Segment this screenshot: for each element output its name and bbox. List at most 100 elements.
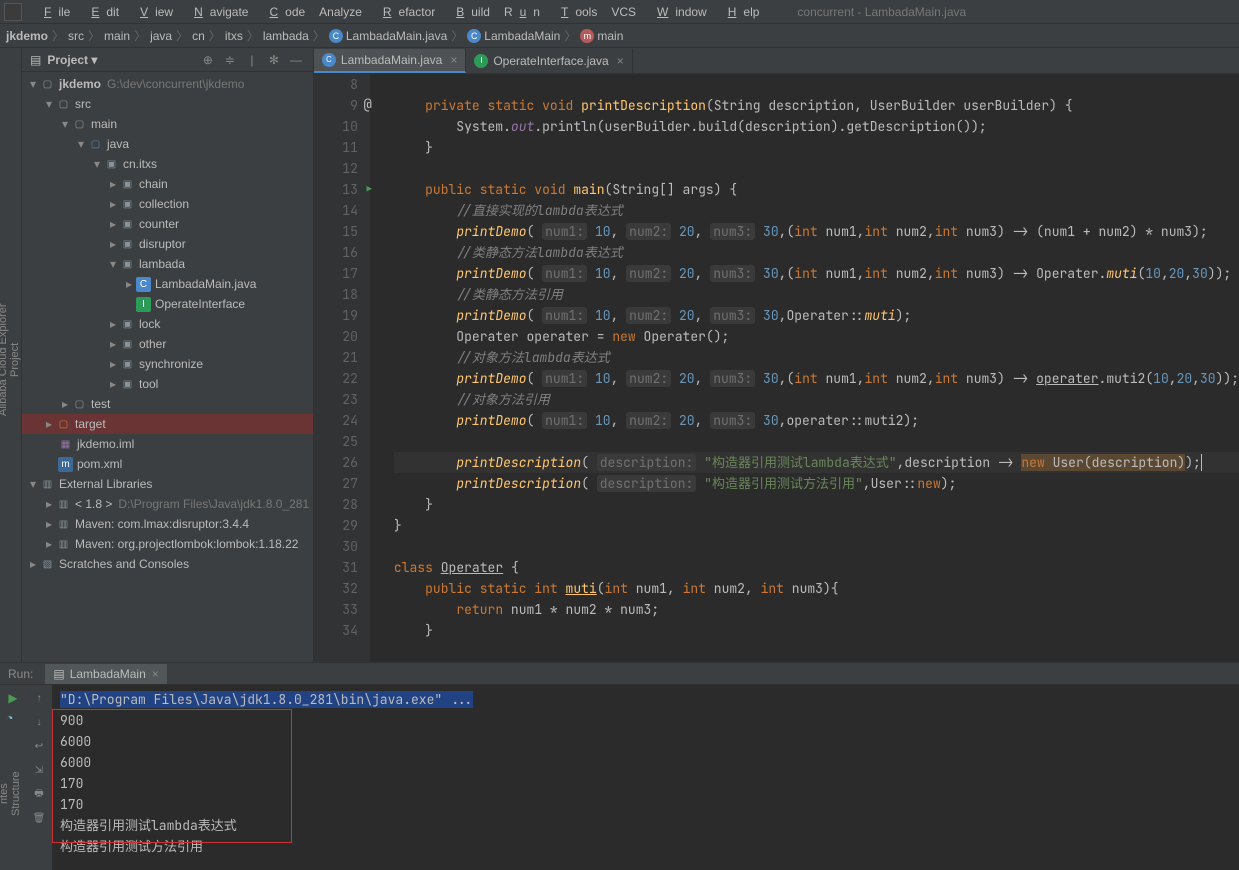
tree-main[interactable]: ▾▢main <box>22 114 313 134</box>
tool-project[interactable]: Project <box>9 58 21 662</box>
class-icon: C <box>322 53 336 67</box>
left-bottom-rail: Structure rites <box>0 719 22 869</box>
left-tool-rail: Project Alibaba Cloud Explorer <box>0 48 22 662</box>
run-tools-secondary: ↑ ↓ ↩ ⇲ 🖶 🗑 <box>26 685 52 870</box>
console-line: 6000 <box>60 731 1231 752</box>
breadcrumb: jkdemo 〉src 〉main 〉java 〉cn 〉itxs 〉lamba… <box>0 24 1239 48</box>
tree-src[interactable]: ▾▢src <box>22 94 313 114</box>
tree-jdk[interactable]: ▸▥< 1.8 >D:\Program Files\Java\jdk1.8.0_… <box>22 494 313 514</box>
menu-build[interactable]: Build <box>442 5 497 19</box>
breadcrumb-class[interactable]: LambadaMain <box>484 29 560 43</box>
menu-vcs[interactable]: VCS <box>604 5 643 19</box>
run-label: Run: <box>8 667 33 681</box>
console-line: 900 <box>60 710 1231 731</box>
breadcrumb-lambada[interactable]: lambada <box>263 29 309 43</box>
breadcrumb-main[interactable]: main <box>104 29 130 43</box>
tree-iml[interactable]: ▦jkdemo.iml <box>22 434 313 454</box>
print-icon[interactable]: 🖶 <box>30 785 48 803</box>
tool-favorites[interactable]: rites <box>0 719 10 869</box>
menu-file[interactable]: File <box>30 5 77 19</box>
menu-view[interactable]: View <box>126 5 180 19</box>
interface-icon: I <box>474 54 488 68</box>
wrap-icon[interactable]: ↩ <box>30 737 48 755</box>
class-icon: C <box>329 29 343 43</box>
down-icon[interactable]: ↓ <box>30 713 48 731</box>
console-output[interactable]: "D:\Program Files\Java\jdk1.8.0_281\bin\… <box>52 685 1239 870</box>
tree-chain[interactable]: ▸▣chain <box>22 174 313 194</box>
tree-synchronize[interactable]: ▸▣synchronize <box>22 354 313 374</box>
menu-analyze[interactable]: Analyze <box>312 5 369 19</box>
console-line: 170 <box>60 773 1231 794</box>
trash-icon[interactable]: 🗑 <box>30 809 48 827</box>
tree-counter[interactable]: ▸▣counter <box>22 214 313 234</box>
tool-structure[interactable]: Structure <box>10 719 22 869</box>
settings-icon[interactable]: ✻ <box>265 51 283 69</box>
breadcrumb-itxs[interactable]: itxs <box>225 29 243 43</box>
locate-icon[interactable]: ⊕ <box>199 51 217 69</box>
breadcrumb-java[interactable]: java <box>150 29 172 43</box>
project-panel: ▤ Project ▾ ⊕ ≑ | ✻ — ▾▢jkdemoG:\dev\con… <box>22 48 314 662</box>
close-icon[interactable]: × <box>450 53 457 67</box>
tree-disruptor[interactable]: ▸▣disruptor <box>22 234 313 254</box>
menu-edit[interactable]: Edit <box>77 5 126 19</box>
menu-tools[interactable]: Tools <box>547 5 604 19</box>
tree-operate-interface[interactable]: IOperateInterface <box>22 294 313 314</box>
code-content[interactable]: private static void printDescription(Str… <box>370 74 1239 662</box>
console-line: 6000 <box>60 752 1231 773</box>
tree-lambada-main[interactable]: ▸CLambadaMain.java <box>22 274 313 294</box>
tree-test[interactable]: ▸▢test <box>22 394 313 414</box>
hide-icon[interactable]: — <box>287 51 305 69</box>
close-icon[interactable]: × <box>617 54 624 68</box>
tree-lock[interactable]: ▸▣lock <box>22 314 313 334</box>
rerun-button[interactable]: ▶ <box>4 689 22 707</box>
run-config-icon: ▤ <box>53 667 64 681</box>
scroll-icon[interactable]: ⇲ <box>30 761 48 779</box>
tree-other[interactable]: ▸▣other <box>22 334 313 354</box>
tree-collection[interactable]: ▸▣collection <box>22 194 313 214</box>
tree-target[interactable]: ▸▢target <box>22 414 313 434</box>
menu-window[interactable]: Window <box>643 5 714 19</box>
console-line: 170 <box>60 794 1231 815</box>
tree-scratches[interactable]: ▸▧Scratches and Consoles <box>22 554 313 574</box>
divider-icon: | <box>243 51 261 69</box>
menu-code[interactable]: Code <box>255 5 312 19</box>
gutter: 8 9@ 101112 13 1415161718192021222324252… <box>314 74 370 662</box>
tree-root[interactable]: ▾▢jkdemoG:\dev\concurrent\jkdemo <box>22 74 313 94</box>
tab-lambada-main[interactable]: CLambadaMain.java× <box>314 49 466 73</box>
tab-operate-interface[interactable]: IOperateInterface.java× <box>466 49 632 73</box>
tree-pom[interactable]: mpom.xml <box>22 454 313 474</box>
editor-tabs: CLambadaMain.java× IOperateInterface.jav… <box>314 48 1239 74</box>
project-icon: ▤ <box>30 53 41 67</box>
breadcrumb-src[interactable]: src <box>68 29 84 43</box>
menu-navigate[interactable]: Navigate <box>180 5 255 19</box>
code-editor[interactable]: 8 9@ 101112 13 1415161718192021222324252… <box>314 74 1239 662</box>
breadcrumb-method[interactable]: main <box>597 29 623 43</box>
tree-mvn1[interactable]: ▸▥Maven: com.lmax:disruptor:3.4.4 <box>22 514 313 534</box>
tree-java[interactable]: ▾▢java <box>22 134 313 154</box>
class-icon: C <box>467 29 481 43</box>
close-icon[interactable]: × <box>152 667 159 681</box>
project-panel-header: ▤ Project ▾ ⊕ ≑ | ✻ — <box>22 48 313 72</box>
tree-tool[interactable]: ▸▣tool <box>22 374 313 394</box>
editor-area: CLambadaMain.java× IOperateInterface.jav… <box>314 48 1239 662</box>
menu-run[interactable]: Run <box>497 5 547 19</box>
menu-refactor[interactable]: Refactor <box>369 5 442 19</box>
up-icon[interactable]: ↑ <box>30 689 48 707</box>
tree-ext-lib[interactable]: ▾▥External Libraries <box>22 474 313 494</box>
breadcrumb-cn[interactable]: cn <box>192 29 205 43</box>
breadcrumb-file[interactable]: LambadaMain.java <box>346 29 447 43</box>
tree-lambada[interactable]: ▾▣lambada <box>22 254 313 274</box>
breadcrumb-root[interactable]: jkdemo <box>6 29 48 43</box>
method-icon: m <box>580 29 594 43</box>
run-panel: Run: ▤LambadaMain× ▶ 🔧 ⇥ ⎙ ⊞ ↑ ↓ ↩ ⇲ 🖶 🗑… <box>0 662 1239 869</box>
tree-pkg[interactable]: ▾▣cn.itxs <box>22 154 313 174</box>
tree-mvn2[interactable]: ▸▥Maven: org.projectlombok:lombok:1.18.2… <box>22 534 313 554</box>
run-tab[interactable]: ▤LambadaMain× <box>45 664 166 684</box>
menu-help[interactable]: Help <box>714 5 767 19</box>
console-line: 构造器引用测试lambda表达式 <box>60 815 1231 836</box>
console-command: "D:\Program Files\Java\jdk1.8.0_281\bin\… <box>60 691 473 708</box>
expand-icon[interactable]: ≑ <box>221 51 239 69</box>
project-tree: ▾▢jkdemoG:\dev\concurrent\jkdemo ▾▢src ▾… <box>22 72 313 576</box>
tool-cloud[interactable]: Alibaba Cloud Explorer <box>0 58 9 662</box>
window-title: concurrent - LambadaMain.java <box>790 5 973 19</box>
